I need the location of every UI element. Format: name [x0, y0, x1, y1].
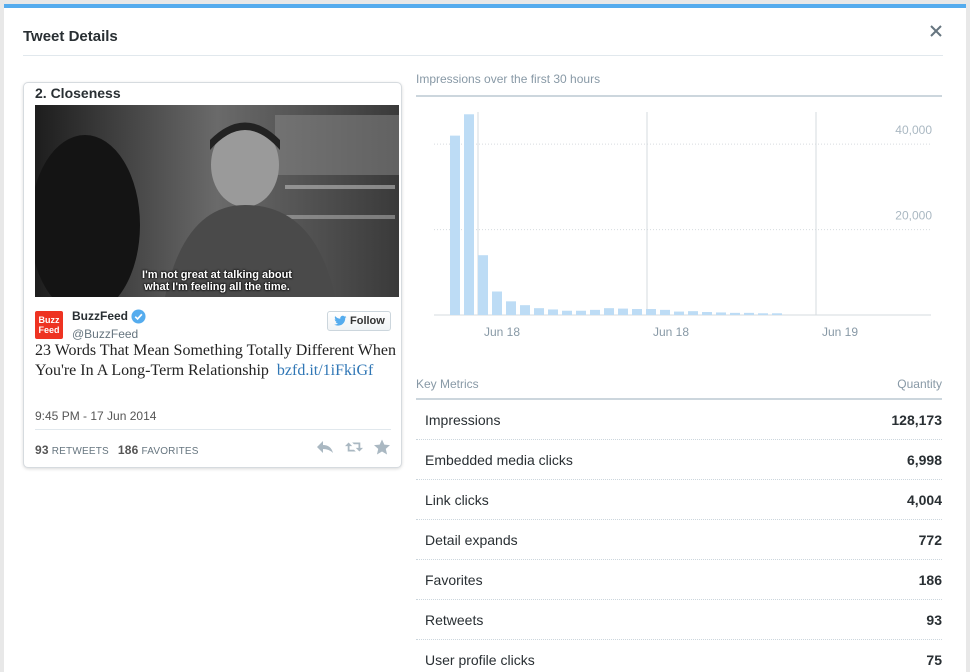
author-avatar[interactable]: Buzz Feed	[35, 311, 63, 339]
card-divider	[35, 429, 391, 430]
tweet-media-image[interactable]: I'm not great at talking about what I'm …	[35, 105, 399, 297]
follow-button[interactable]: Follow	[327, 311, 391, 331]
metric-row: Link clicks 4,004	[416, 480, 942, 520]
favorites-count[interactable]: 186	[118, 443, 139, 457]
chart-bar[interactable]	[674, 311, 684, 315]
x-tick-label: Jun 18	[653, 325, 689, 339]
chart-bar[interactable]	[646, 309, 656, 315]
chart-bar[interactable]	[478, 255, 488, 315]
chart-bar[interactable]	[702, 312, 712, 315]
metric-label: Retweets	[425, 612, 484, 628]
tweet-link[interactable]: bzfd.it/1iFkiGf	[277, 361, 373, 381]
metric-label: Detail expands	[425, 532, 518, 548]
twitter-bird-icon	[334, 315, 347, 326]
chart-bar[interactable]	[744, 312, 754, 315]
author-handle[interactable]: @BuzzFeed	[72, 327, 138, 341]
chart-bar[interactable]	[618, 308, 628, 315]
author-name[interactable]: BuzzFeed	[72, 309, 128, 323]
metric-value: 6,998	[906, 452, 942, 468]
chart-bar[interactable]	[548, 309, 558, 315]
chart-bar[interactable]	[534, 308, 544, 315]
chart-bar[interactable]	[576, 310, 586, 315]
metric-label: Link clicks	[425, 492, 489, 508]
metrics-header: Key Metrics Quantity	[416, 376, 942, 400]
chart-bar[interactable]	[772, 313, 782, 315]
modal-header: Tweet Details	[23, 8, 943, 56]
chart-top-rule	[416, 95, 942, 97]
verified-badge-icon	[131, 309, 146, 324]
chart-bar[interactable]	[632, 309, 642, 315]
tweet-actions	[310, 439, 391, 460]
x-tick-label: Jun 18	[484, 325, 520, 339]
retweets-label: RETWEETS	[51, 446, 109, 457]
modal-title: Tweet Details	[23, 28, 118, 45]
retweets-count[interactable]: 93	[35, 443, 49, 457]
metric-value: 772	[918, 532, 942, 548]
chart-bar[interactable]	[688, 311, 698, 315]
card-caption: 2. Closeness	[35, 85, 121, 101]
chart-bar[interactable]	[464, 114, 474, 315]
tweet-card: 2. Closeness I'm not great at talking ab…	[23, 82, 402, 468]
metric-value: 75	[926, 652, 942, 668]
chart-bar[interactable]	[660, 309, 670, 315]
chart-bar[interactable]	[492, 291, 502, 315]
metrics-header-quantity: Quantity	[897, 377, 942, 391]
reply-icon[interactable]	[316, 439, 334, 455]
metric-value: 93	[926, 612, 942, 628]
metric-value: 4,004	[906, 492, 942, 508]
metric-label: User profile clicks	[425, 652, 535, 668]
metrics-header-label: Key Metrics	[416, 377, 479, 391]
close-icon[interactable]	[927, 22, 945, 40]
chart-bar[interactable]	[590, 309, 600, 315]
metric-row: User profile clicks 75	[416, 640, 942, 672]
metrics-list: Impressions 128,173 Embedded media click…	[416, 400, 942, 672]
metric-row: Favorites 186	[416, 560, 942, 600]
favorite-star-icon[interactable]	[373, 439, 391, 455]
tweet-details-modal: Tweet Details 2. Closeness I'm not great…	[4, 4, 966, 672]
chart-bar[interactable]	[758, 313, 768, 315]
favorites-label: FAVORITES	[141, 446, 199, 457]
metric-row: Embedded media clicks 6,998	[416, 440, 942, 480]
chart-title: Impressions over the first 30 hours	[416, 72, 601, 86]
chart-bar[interactable]	[716, 312, 726, 315]
chart-bar[interactable]	[506, 301, 516, 315]
chart-bar[interactable]	[730, 312, 740, 315]
chart-bar[interactable]	[450, 135, 460, 315]
tweet-timestamp[interactable]: 9:45 PM - 17 Jun 2014	[35, 409, 156, 423]
follow-button-label: Follow	[350, 315, 385, 327]
retweet-icon[interactable]	[344, 439, 363, 455]
media-subtitle: I'm not great at talking about what I'm …	[142, 269, 292, 293]
metric-label: Embedded media clicks	[425, 452, 573, 468]
y-tick-label: 40,000	[895, 123, 932, 137]
metric-value: 186	[918, 572, 942, 588]
impressions-chart: 40,000 20,000 Jun 18 Jun 18 Jun 19	[434, 112, 932, 339]
metric-row: Detail expands 772	[416, 520, 942, 560]
y-tick-label: 20,000	[895, 209, 932, 223]
metric-row: Retweets 93	[416, 600, 942, 640]
chart-bar[interactable]	[604, 308, 614, 315]
tweet-text: 23 Words That Mean Something Totally Dif…	[35, 342, 396, 381]
metric-label: Favorites	[425, 572, 483, 588]
metric-value: 128,173	[891, 412, 942, 428]
x-tick-label: Jun 19	[822, 325, 858, 339]
chart-bar[interactable]	[562, 310, 572, 315]
chart-bar[interactable]	[520, 305, 530, 315]
metric-row: Impressions 128,173	[416, 400, 942, 440]
metric-label: Impressions	[425, 412, 501, 428]
tweet-stats: 93 RETWEETS 186 FAVORITES	[35, 443, 199, 457]
